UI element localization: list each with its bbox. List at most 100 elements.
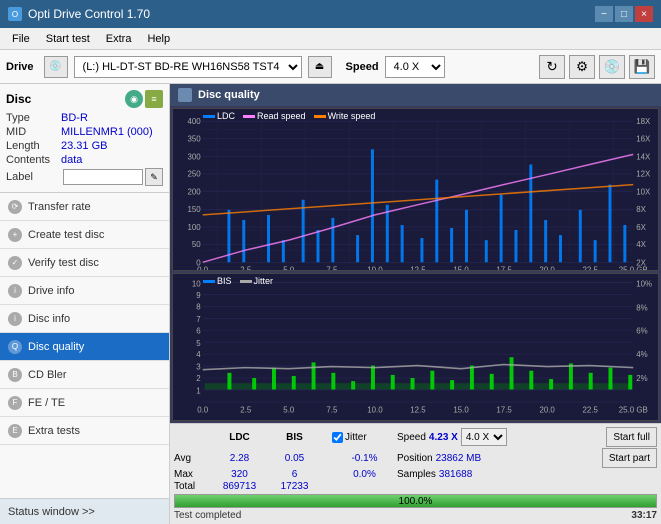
config-button[interactable]: ⚙ — [569, 55, 595, 79]
svg-text:4: 4 — [196, 350, 201, 359]
svg-text:12.5: 12.5 — [410, 265, 426, 270]
legend-jitter: Jitter — [240, 276, 274, 286]
svg-text:400: 400 — [188, 117, 202, 126]
save-button[interactable]: 💾 — [629, 55, 655, 79]
speed-label: Speed — [346, 61, 379, 73]
svg-text:16X: 16X — [636, 134, 651, 143]
main-layout: Disc ◉ ≡ Type BD-R MID MILLENMR1 (000) L… — [0, 84, 661, 524]
top-chart-svg: 400 350 300 250 200 150 100 50 0 18X 16X… — [173, 109, 658, 270]
position-value: 23862 MB — [436, 453, 482, 464]
jitter-label: Jitter — [345, 432, 367, 443]
refresh-button[interactable]: ↻ — [539, 55, 565, 79]
disc-button[interactable]: 💿 — [599, 55, 625, 79]
svg-text:12.5: 12.5 — [410, 406, 426, 415]
svg-text:7.5: 7.5 — [326, 406, 337, 415]
svg-text:100: 100 — [188, 223, 202, 232]
speed-row: Speed 4.23 X 4.0 X — [397, 428, 606, 446]
stats-area: LDC BIS Jitter Speed 4.23 X 4.0 X Start … — [170, 423, 661, 524]
svg-text:2%: 2% — [636, 374, 647, 383]
max-bis: 6 — [267, 469, 322, 480]
svg-text:2.5: 2.5 — [240, 406, 251, 415]
maximize-button[interactable]: □ — [615, 6, 633, 22]
nav-transfer-rate[interactable]: ⟳ Transfer rate — [0, 193, 169, 221]
avg-jitter: -0.1% — [332, 453, 397, 464]
position-label: Position — [397, 453, 433, 464]
svg-text:7: 7 — [196, 315, 201, 324]
svg-text:0.0: 0.0 — [197, 265, 209, 270]
titlebar: O Opti Drive Control 1.70 − □ × — [0, 0, 661, 28]
nav-disc-info[interactable]: i Disc info — [0, 305, 169, 333]
avg-bis: 0.05 — [267, 453, 322, 464]
fe-te-icon: F — [8, 396, 22, 410]
jitter-checkbox-row: Jitter — [332, 432, 397, 443]
speed-label-stat: Speed — [397, 432, 426, 443]
svg-text:4%: 4% — [636, 350, 647, 359]
menu-start-test[interactable]: Start test — [38, 31, 98, 47]
minimize-button[interactable]: − — [595, 6, 613, 22]
mid-label: MID — [6, 126, 61, 138]
ldc-header: LDC — [212, 432, 267, 443]
close-button[interactable]: × — [635, 6, 653, 22]
menu-file[interactable]: File — [4, 31, 38, 47]
nav-cd-bler-label: CD Bler — [28, 369, 67, 381]
svg-text:10.0: 10.0 — [367, 406, 383, 415]
svg-text:8: 8 — [196, 303, 201, 312]
svg-text:50: 50 — [192, 240, 201, 249]
svg-text:2.5: 2.5 — [240, 265, 252, 270]
menu-help[interactable]: Help — [139, 31, 178, 47]
nav-fe-te[interactable]: F FE / TE — [0, 389, 169, 417]
contents-value: data — [61, 154, 82, 166]
svg-text:5.0: 5.0 — [283, 265, 295, 270]
contents-label: Contents — [6, 154, 61, 166]
transfer-rate-icon: ⟳ — [8, 200, 22, 214]
nav-extra-tests[interactable]: E Extra tests — [0, 417, 169, 445]
type-label: Type — [6, 112, 61, 124]
nav-create-test-disc[interactable]: + Create test disc — [0, 221, 169, 249]
svg-text:9: 9 — [196, 291, 201, 300]
svg-text:4X: 4X — [636, 240, 646, 249]
speed-select[interactable]: 4.0 X — [385, 56, 445, 78]
start-part-button[interactable]: Start part — [602, 448, 657, 468]
svg-text:20.0: 20.0 — [539, 406, 555, 415]
jitter-checkbox[interactable] — [332, 432, 343, 443]
svg-text:350: 350 — [188, 134, 202, 143]
svg-text:12X: 12X — [636, 170, 651, 179]
cd-bler-icon: B — [8, 368, 22, 382]
status-window[interactable]: Status window >> — [0, 498, 169, 524]
left-panel: Disc ◉ ≡ Type BD-R MID MILLENMR1 (000) L… — [0, 84, 170, 524]
svg-text:17.5: 17.5 — [496, 265, 512, 270]
nav-disc-quality[interactable]: Q Disc quality — [0, 333, 169, 361]
nav-verify-test-disc[interactable]: ✓ Verify test disc — [0, 249, 169, 277]
start-full-button[interactable]: Start full — [606, 427, 657, 447]
progress-text: 100.0% — [175, 495, 656, 507]
nav-drive-info[interactable]: i Drive info — [0, 277, 169, 305]
nav-disc-info-label: Disc info — [28, 313, 70, 325]
disc-section-title: Disc — [6, 92, 31, 106]
menubar: File Start test Extra Help — [0, 28, 661, 50]
menu-extra[interactable]: Extra — [98, 31, 140, 47]
nav-disc-quality-label: Disc quality — [28, 341, 84, 353]
avg-ldc: 2.28 — [212, 453, 267, 464]
svg-text:15.0: 15.0 — [453, 406, 469, 415]
mid-value: MILLENMR1 (000) — [61, 126, 153, 138]
legend-ldc: LDC — [203, 111, 235, 121]
chart-header: Disc quality — [170, 84, 661, 106]
bottom-chart-svg: 10 9 8 7 6 5 4 3 2 1 10% 8% 6% 4% 2% — [173, 274, 658, 420]
disc-label-button[interactable]: ✎ — [145, 168, 163, 186]
svg-text:6: 6 — [196, 326, 201, 335]
bis-header: BIS — [267, 432, 322, 443]
max-ldc: 320 — [212, 469, 267, 480]
drive-select[interactable]: (L:) HL-DT-ST BD-RE WH16NS58 TST4 — [74, 56, 302, 78]
max-label: Max — [174, 469, 212, 480]
disc-label-input[interactable] — [63, 169, 143, 185]
speed-stat-select[interactable]: 4.0 X — [461, 428, 507, 446]
extra-tests-icon: E — [8, 424, 22, 438]
legend-write-speed: Write speed — [314, 111, 376, 121]
svg-text:5: 5 — [196, 339, 201, 348]
drive-icon-btn[interactable]: 💿 — [44, 56, 68, 78]
svg-text:18X: 18X — [636, 117, 651, 126]
eject-button[interactable]: ⏏ — [308, 56, 332, 78]
max-jitter: 0.0% — [332, 469, 397, 480]
nav-cd-bler[interactable]: B CD Bler — [0, 361, 169, 389]
samples-row: Samples 381688 — [397, 469, 657, 480]
